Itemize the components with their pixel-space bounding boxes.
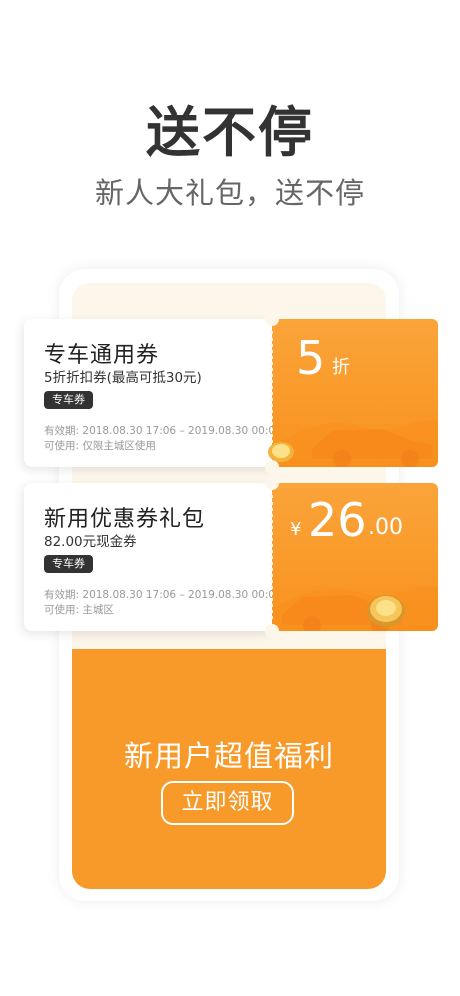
- coupon-title: 新用优惠券礼包: [44, 507, 206, 532]
- coupon-notch-bottom: [265, 624, 279, 638]
- car-illustration: [272, 586, 438, 631]
- validity-value: 2018.08.30 17:06 – 2019.08.30 00:00: [82, 425, 282, 437]
- usage-value: 主城区: [82, 604, 114, 616]
- coupon-card-2[interactable]: 新用优惠券礼包 82.00元现金券 专车券 有效期: 2018.08.30 17…: [24, 476, 438, 638]
- coupon-perforation: [270, 331, 273, 455]
- coupon-description: 82.00元现金券: [44, 534, 137, 550]
- usage-value: 仅限主城区使用: [82, 440, 156, 452]
- claim-button[interactable]: 立即领取: [161, 781, 294, 825]
- coupon-usage: 可使用: 主城区: [44, 602, 114, 617]
- coupon-notch-top: [265, 476, 279, 490]
- coupon-info: 新用优惠券礼包 82.00元现金券 专车券 有效期: 2018.08.30 17…: [24, 483, 282, 631]
- coupon-validity: 有效期: 2018.08.30 17:06 – 2019.08.30 00:00: [44, 423, 282, 438]
- validity-label: 有效期:: [44, 425, 80, 437]
- coupon-title: 专车通用券: [44, 343, 160, 368]
- hero-title: 送不停: [146, 101, 314, 164]
- coupon-description: 5折折扣券(最高可抵30元): [44, 370, 202, 386]
- coupon-value: 5: [296, 331, 326, 385]
- coupon-card-1[interactable]: 专车通用券 5折折扣券(最高可抵30元) 专车券 有效期: 2018.08.30…: [24, 312, 438, 474]
- coupon-value-decimal: .00: [368, 515, 403, 540]
- hero-subtitle: 新人大礼包，送不停: [94, 176, 365, 210]
- usage-label: 可使用:: [44, 604, 80, 616]
- promo-headline: 新用户超值福利: [123, 739, 334, 773]
- coin-icon: [367, 595, 405, 627]
- coupon-validity: 有效期: 2018.08.30 17:06 – 2019.08.30 00:00: [44, 587, 282, 602]
- coupon-value: 26: [308, 493, 367, 547]
- car-illustration: [272, 420, 438, 467]
- coupon-value-panel: ¥ 26 .00: [272, 483, 438, 631]
- validity-label: 有效期:: [44, 589, 80, 601]
- coupon-tag: 专车券: [44, 555, 93, 573]
- coupon-info: 专车通用券 5折折扣券(最高可抵30元) 专车券 有效期: 2018.08.30…: [24, 319, 282, 467]
- currency-symbol: ¥: [290, 519, 302, 540]
- coupon-value-unit: 折: [332, 357, 350, 378]
- coupon-notch-top: [265, 312, 279, 326]
- coupon-perforation: [270, 495, 273, 619]
- usage-label: 可使用:: [44, 440, 80, 452]
- validity-value: 2018.08.30 17:06 – 2019.08.30 00:00: [82, 589, 282, 601]
- coupon-tag: 专车券: [44, 391, 93, 409]
- coupon-value-panel: 5 折: [272, 319, 438, 467]
- coin-icon: [268, 442, 294, 462]
- coupon-usage: 可使用: 仅限主城区使用: [44, 438, 156, 453]
